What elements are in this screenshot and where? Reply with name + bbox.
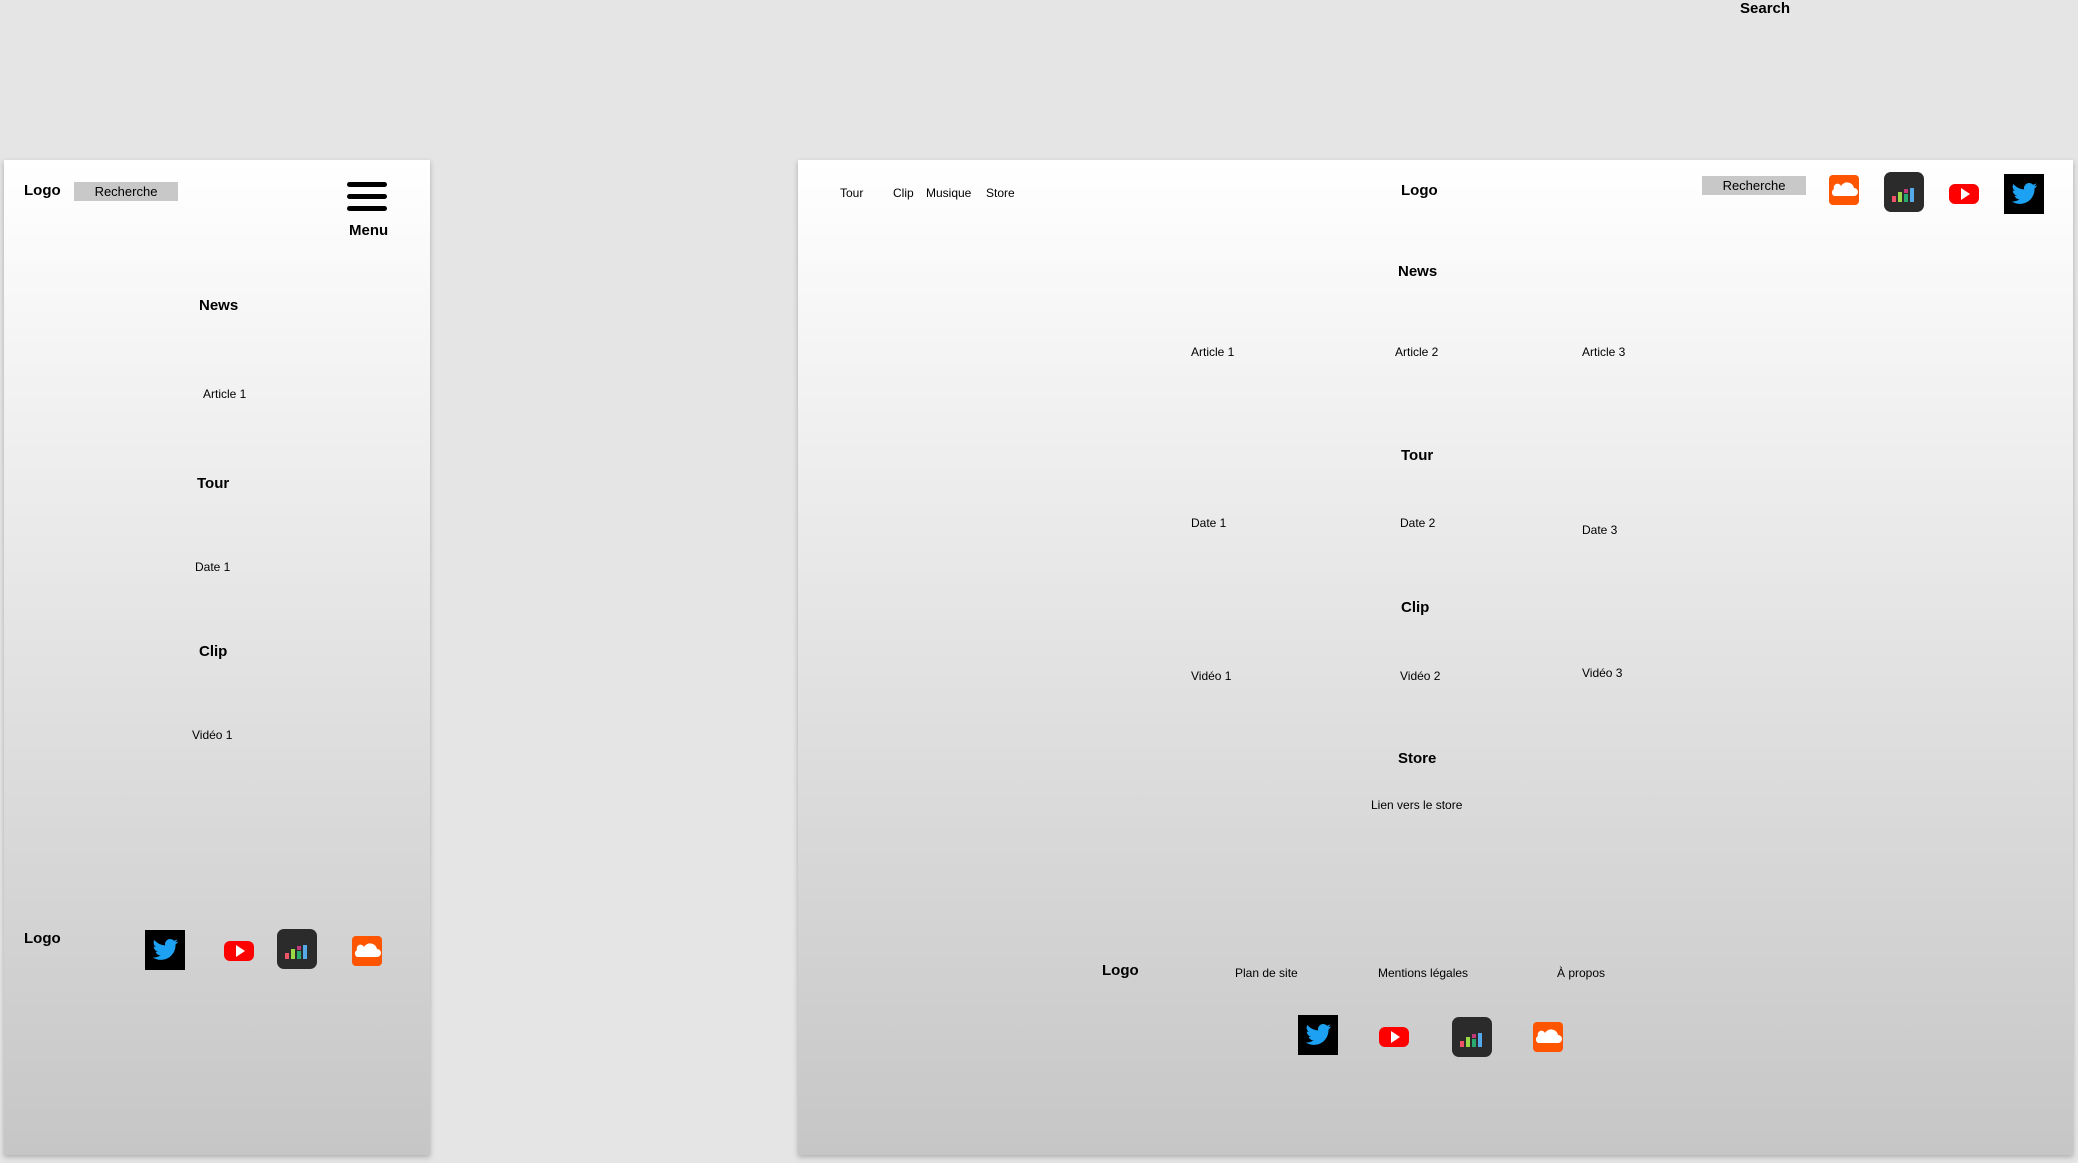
tour-title: Tour xyxy=(1401,447,1434,464)
video-3[interactable]: Vidéo 3 xyxy=(1582,666,1622,680)
desktop-search-input[interactable]: Recherche xyxy=(1702,176,1806,195)
youtube-icon[interactable] xyxy=(1944,174,1984,214)
mobile-article-1[interactable]: Article 1 xyxy=(203,387,246,401)
twitter-icon[interactable] xyxy=(1298,1015,1338,1055)
twitter-icon[interactable] xyxy=(2004,174,2044,214)
nav-item-tour[interactable]: Tour xyxy=(840,186,863,200)
nav-item-store[interactable]: Store xyxy=(986,186,1015,200)
youtube-icon[interactable] xyxy=(1374,1017,1414,1057)
date-1[interactable]: Date 1 xyxy=(1191,516,1226,530)
mobile-logo: Logo xyxy=(24,182,61,199)
soundcloud-icon[interactable] xyxy=(1528,1017,1568,1057)
article-2[interactable]: Article 2 xyxy=(1395,345,1438,359)
date-3[interactable]: Date 3 xyxy=(1582,523,1617,537)
date-2[interactable]: Date 2 xyxy=(1400,516,1435,530)
nav-item-clip[interactable]: Clip xyxy=(893,186,914,200)
soundcloud-icon[interactable] xyxy=(1824,170,1864,210)
deezer-icon[interactable] xyxy=(1884,172,1924,212)
store-link[interactable]: Lien vers le store xyxy=(1371,798,1462,812)
nav-item-musique[interactable]: Musique xyxy=(926,186,971,200)
store-title: Store xyxy=(1398,750,1437,767)
mobile-news-title: News xyxy=(199,297,239,314)
footer-link-plan-de-site[interactable]: Plan de site xyxy=(1235,966,1298,980)
mobile-frame: Logo Recherche Menu News Article 1 Tour … xyxy=(4,160,430,1155)
video-1[interactable]: Vidéo 1 xyxy=(1191,669,1231,683)
news-title: News xyxy=(1398,263,1438,280)
article-3[interactable]: Article 3 xyxy=(1582,345,1625,359)
deezer-icon[interactable] xyxy=(277,929,317,969)
mobile-footer-logo: Logo xyxy=(24,930,61,947)
desktop-logo: Logo xyxy=(1401,182,1438,199)
canvas-title: Search xyxy=(1740,0,1791,17)
soundcloud-icon[interactable] xyxy=(347,931,387,971)
footer-logo: Logo xyxy=(1102,962,1139,979)
mobile-search-input[interactable]: Recherche xyxy=(74,182,178,201)
twitter-icon[interactable] xyxy=(145,930,185,970)
deezer-icon[interactable] xyxy=(1452,1017,1492,1057)
desktop-frame: Tour Clip Musique Store Logo Recherche N… xyxy=(798,160,2073,1155)
mobile-date-1[interactable]: Date 1 xyxy=(195,560,230,574)
menu-label[interactable]: Menu xyxy=(349,222,388,239)
video-2[interactable]: Vidéo 2 xyxy=(1400,669,1440,683)
article-1[interactable]: Article 1 xyxy=(1191,345,1234,359)
clip-title: Clip xyxy=(1401,599,1430,616)
mobile-clip-title: Clip xyxy=(199,643,228,660)
footer-link-a-propos[interactable]: À propos xyxy=(1557,966,1605,980)
youtube-icon[interactable] xyxy=(219,931,259,971)
hamburger-menu-icon[interactable] xyxy=(347,182,387,212)
mobile-video-1[interactable]: Vidéo 1 xyxy=(192,728,232,742)
mobile-tour-title: Tour xyxy=(197,475,230,492)
footer-link-mentions-legales[interactable]: Mentions légales xyxy=(1378,966,1468,980)
